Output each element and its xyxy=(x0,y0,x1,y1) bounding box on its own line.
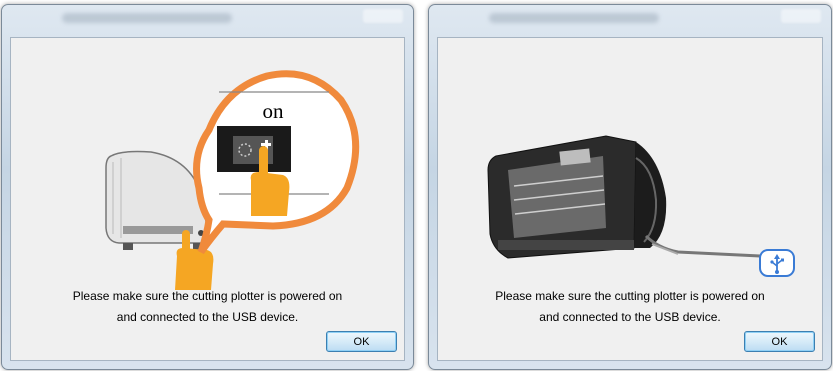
switch-on-label: on xyxy=(263,99,285,123)
message-line-2: and connected to the USB device. xyxy=(539,310,721,324)
dialog-message: Please make sure the cutting plotter is … xyxy=(11,286,404,328)
window-controls[interactable] xyxy=(363,9,403,23)
dialog-title-blurred xyxy=(489,13,659,23)
plotter-side-icon xyxy=(105,150,208,250)
usb-cable xyxy=(644,234,761,258)
message-line-2: and connected to the USB device. xyxy=(116,310,299,324)
ok-button[interactable]: OK xyxy=(744,331,815,352)
dialog-content: on Please make sure the cutting plotter … xyxy=(10,37,405,361)
plotter-front-icon xyxy=(487,135,667,259)
ok-button[interactable]: OK xyxy=(326,331,397,352)
window-controls[interactable] xyxy=(781,9,821,23)
dialog-title-blurred xyxy=(62,13,232,23)
callout-bubble: on xyxy=(193,70,360,255)
usb-dialog: Please make sure the cutting plotter is … xyxy=(428,4,832,370)
message-line-1: Please make sure the cutting plotter is … xyxy=(495,289,765,303)
dialog-titlebar xyxy=(429,5,831,37)
usb-icon xyxy=(759,249,795,277)
dialog-titlebar xyxy=(2,5,413,37)
dialog-message: Please make sure the cutting plotter is … xyxy=(438,286,822,328)
power-dialog: on Please make sure the cutting plotter … xyxy=(1,4,414,370)
dialog-content: Please make sure the cutting plotter is … xyxy=(437,37,823,361)
message-line-1: Please make sure the cutting plotter is … xyxy=(72,289,343,303)
